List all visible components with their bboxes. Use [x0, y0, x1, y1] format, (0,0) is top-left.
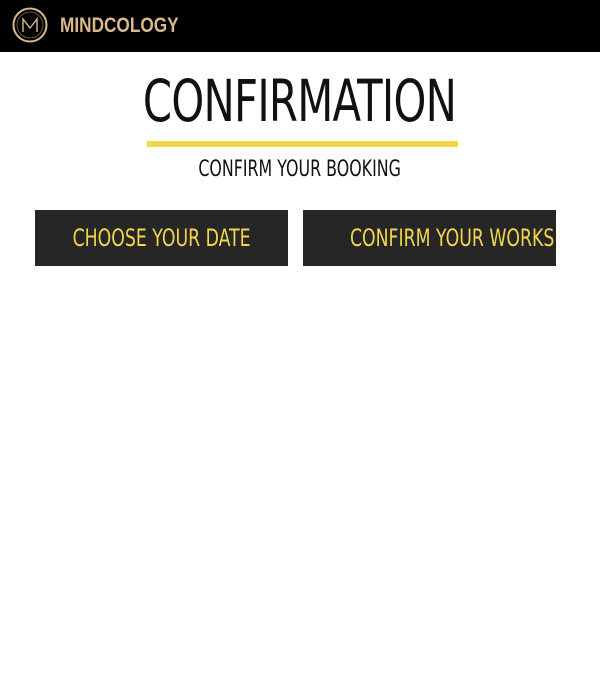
page-title: CONFIRMATION: [0, 66, 600, 136]
page-title-text: CONFIRMATION: [143, 67, 457, 135]
mindcology-logo-icon[interactable]: [12, 7, 48, 43]
choose-date-button-label: CHOOSE YOUR DATE: [72, 224, 251, 252]
confirm-workshop-button-label: CONFIRM YOUR WORKSHOP: [349, 224, 556, 252]
top-bar: MINDCOLOGY: [0, 0, 600, 52]
choose-date-button[interactable]: CHOOSE YOUR DATE: [35, 210, 288, 266]
brand-name[interactable]: MINDCOLOGY: [60, 14, 179, 38]
confirm-workshop-button[interactable]: CONFIRM YOUR WORKSHOP: [303, 210, 556, 266]
title-underline: [147, 141, 458, 147]
page-subtitle: CONFIRM YOUR BOOKING: [0, 155, 600, 185]
page-subtitle-text: CONFIRM YOUR BOOKING: [198, 157, 402, 182]
